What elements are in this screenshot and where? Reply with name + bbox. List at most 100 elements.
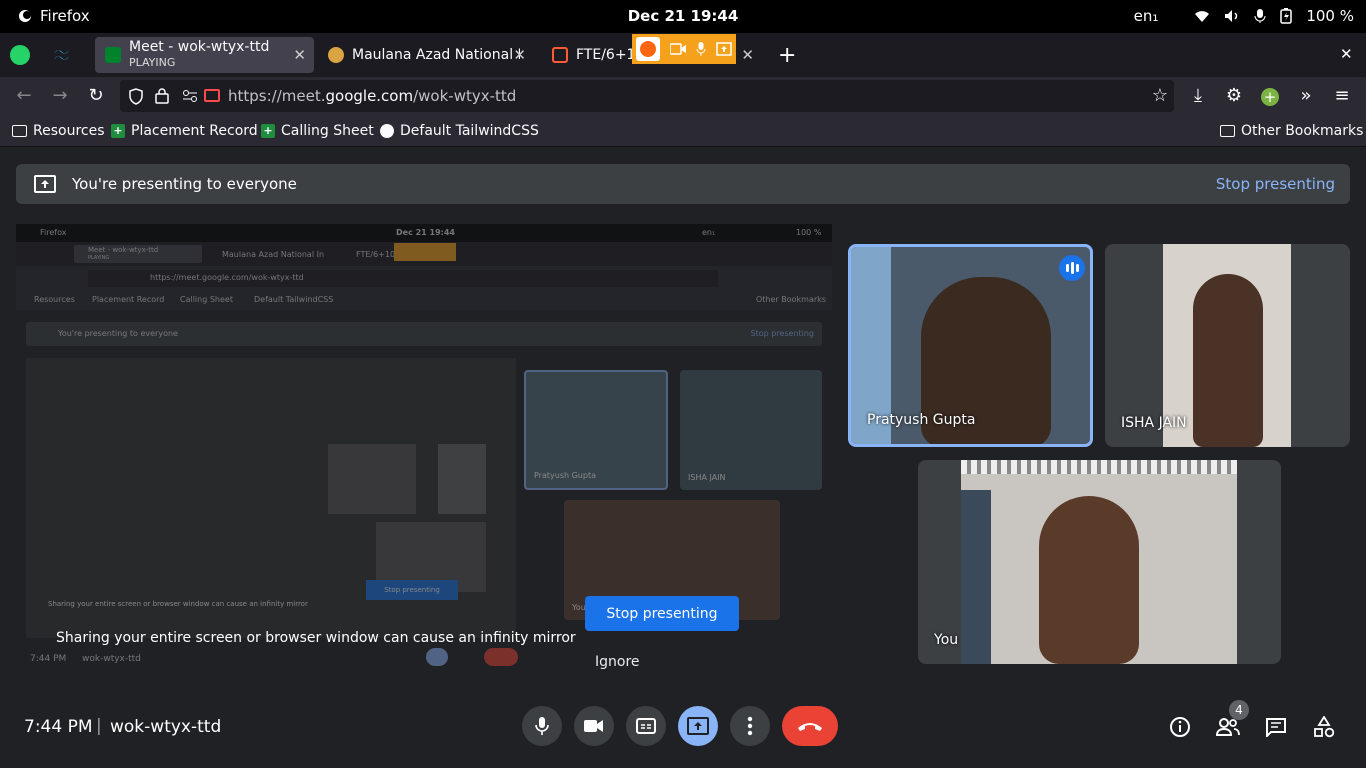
folder-icon <box>12 125 27 137</box>
info-icon <box>1170 717 1190 737</box>
divider: | <box>96 716 102 736</box>
meeting-details-button[interactable] <box>1167 714 1193 740</box>
close-tab-icon[interactable]: ✕ <box>513 46 526 64</box>
mirror-sharing-indicator <box>394 243 456 261</box>
mirror-app-name: Firefox <box>40 228 67 237</box>
tab-strip: Meet - wok-wtyx-ttd PLAYING ✕ Maulana Az… <box>0 33 1366 77</box>
tab-title: Maulana Azad National In <box>352 47 520 63</box>
battery-level: 100 % <box>1306 7 1354 25</box>
participant-name: Pratyush Gupta <box>867 412 976 428</box>
activities-button[interactable] <box>1311 714 1337 740</box>
stop-presenting-link[interactable]: Stop presenting <box>1216 175 1335 193</box>
folder-icon <box>1220 125 1235 137</box>
mirror-clock: Dec 21 19:44 <box>396 228 455 237</box>
bookmark-resources[interactable]: Resources <box>12 123 105 139</box>
mirror-banner: You're presenting to everyone Stop prese… <box>26 322 822 346</box>
back-icon[interactable]: ← <box>12 85 36 106</box>
add-extension-icon[interactable]: + <box>1261 88 1279 106</box>
forward-icon[interactable]: → <box>48 85 72 106</box>
participant-tile-pratyush[interactable]: Pratyush Gupta <box>848 244 1093 447</box>
tab-maulana-azad[interactable]: Maulana Azad National In ✕ <box>318 37 534 73</box>
tab-title: Meet - wok-wtyx-ttd <box>129 40 270 55</box>
mirror-tab-strip: Meet - wok-wtyx-ttd PLAYING Maulana Azad… <box>16 242 832 266</box>
chat-icon <box>1266 718 1286 737</box>
camera-sharing-icon <box>670 43 686 55</box>
permissions-icon[interactable] <box>182 89 198 102</box>
present-screen-icon <box>687 717 709 735</box>
bookmark-tailwindcss[interactable]: Default TailwindCSS <box>380 123 539 139</box>
mirror-bookmarks: Resources Placement Record Calling Sheet… <box>16 290 832 310</box>
microphone-button[interactable] <box>522 706 562 746</box>
github-icon <box>380 124 394 138</box>
mirror-tile: Pratyush Gupta <box>524 370 668 490</box>
present-now-button[interactable] <box>678 706 718 746</box>
input-language: en₁ <box>1133 7 1159 25</box>
mirror-top-bar: Firefox Dec 21 19:44 en₁ 100 % <box>16 224 832 242</box>
mirror-battery: 100 % <box>796 228 822 237</box>
downloads-icon[interactable]: ⤓ <box>1186 85 1210 106</box>
sharing-indicator[interactable] <box>632 34 736 64</box>
url-text[interactable]: https://meet.google.com/wok-wtyx-ttd <box>228 87 516 105</box>
mirror-url-bar: https://meet.google.com/wok-wtyx-ttd <box>88 270 718 287</box>
chat-button[interactable] <box>1263 714 1289 740</box>
tab-meet[interactable]: Meet - wok-wtyx-ttd PLAYING ✕ <box>95 37 314 73</box>
google-meet-icon <box>105 47 121 63</box>
participant-tile-you[interactable]: You <box>918 460 1281 664</box>
bookmarks-toolbar: Resources + Placement Record + Calling She… <box>0 117 1366 147</box>
mirror-nav-bar: https://meet.google.com/wok-wtyx-ttd <box>16 266 832 290</box>
more-vert-icon <box>747 716 753 736</box>
new-tab-button[interactable]: + <box>778 43 796 68</box>
microphone-icon <box>1254 9 1266 23</box>
whatsapp-pinned-tab-icon[interactable] <box>10 45 30 65</box>
video-feed <box>961 460 1237 664</box>
camera-icon <box>584 720 603 732</box>
navigation-toolbar: ← → ↻ https://meet.google.com/wok-wtyx-t… <box>0 77 1366 117</box>
other-bookmarks[interactable]: Other Bookmarks <box>1220 123 1363 139</box>
people-icon <box>1216 718 1240 736</box>
shapes-icon <box>1314 716 1335 738</box>
extension-icon[interactable]: ⚙ <box>1222 85 1246 106</box>
bookmark-star-icon[interactable]: ☆ <box>1152 85 1168 106</box>
google-sheets-icon: + <box>111 124 125 138</box>
url-bar[interactable]: https://meet.google.com/wok-wtyx-ttd ☆ <box>120 80 1174 112</box>
close-tab-icon[interactable]: ✕ <box>293 46 306 64</box>
bookmark-calling-sheet[interactable]: + Calling Sheet <box>261 123 374 139</box>
present-screen-icon <box>34 175 56 193</box>
mirror-tile: ISHA JAIN <box>680 370 822 490</box>
mirror-input-lang: en₁ <box>702 228 716 237</box>
microphone-icon <box>535 717 549 735</box>
mirror-tab: Maulana Azad National In <box>222 250 325 259</box>
lock-icon[interactable] <box>155 87 169 104</box>
participant-tile-isha[interactable]: ISHA JAIN <box>1105 244 1350 447</box>
battery-icon <box>1280 8 1293 24</box>
meeting-time: 7:44 PM <box>24 717 93 737</box>
captions-button[interactable] <box>626 706 666 746</box>
more-tools-icon[interactable]: » <box>1294 85 1318 106</box>
tailwind-pinned-tab-icon[interactable] <box>51 45 71 65</box>
tab-playing-label: PLAYING <box>129 56 176 69</box>
more-options-button[interactable] <box>730 706 770 746</box>
meeting-code: wok-wtyx-ttd <box>110 717 222 737</box>
ignore-button[interactable]: Ignore <box>595 654 640 670</box>
university-icon <box>328 47 344 63</box>
bookmark-placement-record[interactable]: + Placement Record <box>111 123 258 139</box>
end-call-icon <box>798 723 822 731</box>
speaking-indicator-icon <box>1059 255 1085 281</box>
leave-call-button[interactable] <box>782 706 838 746</box>
tracking-protection-shield-icon[interactable] <box>128 88 144 105</box>
participant-name: You <box>934 632 959 648</box>
firefox-sharing-icon <box>636 37 660 61</box>
window-close-button[interactable]: ✕ <box>1340 45 1353 63</box>
stop-presenting-button[interactable]: Stop presenting <box>585 596 739 631</box>
camera-button[interactable] <box>574 706 614 746</box>
close-tab-icon[interactable]: ✕ <box>741 46 754 64</box>
microphone-sharing-icon <box>696 42 706 56</box>
briefcase-icon <box>552 47 568 63</box>
presenting-message: You're presenting to everyone <box>72 175 297 193</box>
system-status-area[interactable]: en₁ 100 % <box>1134 7 1354 25</box>
infinity-mirror-warning: Sharing your entire screen or browser wi… <box>56 630 576 646</box>
menu-icon[interactable]: ≡ <box>1330 85 1354 106</box>
reload-icon[interactable]: ↻ <box>84 85 108 106</box>
screen-share-permission-icon[interactable] <box>204 89 220 102</box>
google-sheets-icon: + <box>261 124 275 138</box>
